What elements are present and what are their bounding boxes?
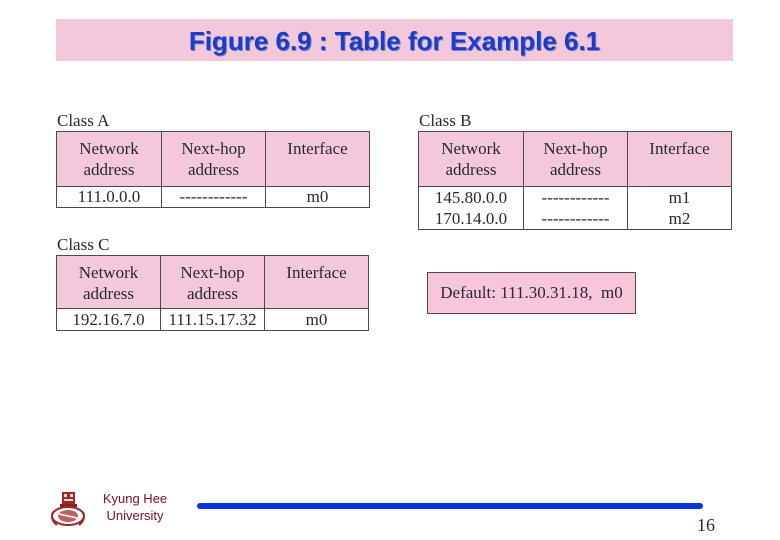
header-interface: Interface [627, 131, 732, 187]
table-header-row: Network address Next-hop address Interface [56, 255, 369, 309]
kyung-hee-emblem-icon [47, 490, 89, 528]
page-number: 16 [697, 515, 715, 535]
class-a-table: Network address Next-hop address Interface… [56, 131, 370, 208]
slide-title: Figure 6.9 : Table for Example 6.1 [188, 25, 601, 56]
header-network-address: Network address [56, 255, 161, 309]
next-hop-cell: ------------ [161, 186, 266, 208]
header-next-hop-address: Next-hop address [161, 131, 266, 187]
network-address-cell: 145.80.0.0 170.14.0.0 [418, 186, 524, 230]
header-interface: Interface [265, 131, 370, 187]
table-row: 192.16.7.0 111.15.17.32 m0 [56, 308, 369, 331]
header-interface: Interface [264, 255, 369, 309]
header-network-address: Network address [418, 131, 524, 187]
network-address-cell: 111.0.0.0 [56, 186, 162, 208]
class-a-label: Class A [57, 111, 110, 130]
university-line-1: Kyung Hee [102, 491, 168, 506]
table-header-row: Network address Next-hop address Interface [56, 131, 370, 187]
default-route-box: Default: 111.30.31.18, m0 [427, 272, 636, 314]
table-header-row: Network address Next-hop address Interface [418, 131, 732, 187]
interface-cell: m1 m2 [627, 186, 732, 230]
next-hop-cell: ------------ ------------ [523, 186, 628, 230]
header-network-address: Network address [56, 131, 162, 187]
table-row: 111.0.0.0 ------------ m0 [56, 186, 370, 208]
class-b-table: Network address Next-hop address Interface… [418, 131, 732, 230]
next-hop-cell: 111.15.17.32 [160, 308, 265, 331]
header-next-hop-address: Next-hop address [160, 255, 265, 309]
university-line-2: University [106, 508, 164, 523]
class-b-label: Class B [419, 111, 472, 130]
university-name: Kyung Hee University [90, 490, 180, 524]
default-route-text: Default: 111.30.31.18, m0 [440, 283, 623, 302]
header-next-hop-address: Next-hop address [523, 131, 628, 187]
title-banner: Figure 6.9 : Table for Example 6.1 [56, 19, 733, 61]
network-address-cell: 192.16.7.0 [56, 308, 161, 331]
class-c-table: Network address Next-hop address Interface… [56, 255, 369, 331]
table-row: 145.80.0.0 170.14.0.0 ------------ -------… [418, 186, 732, 230]
interface-cell: m0 [265, 186, 370, 208]
class-c-label: Class C [57, 235, 110, 254]
footer-divider [197, 503, 703, 509]
interface-cell: m0 [264, 308, 369, 331]
